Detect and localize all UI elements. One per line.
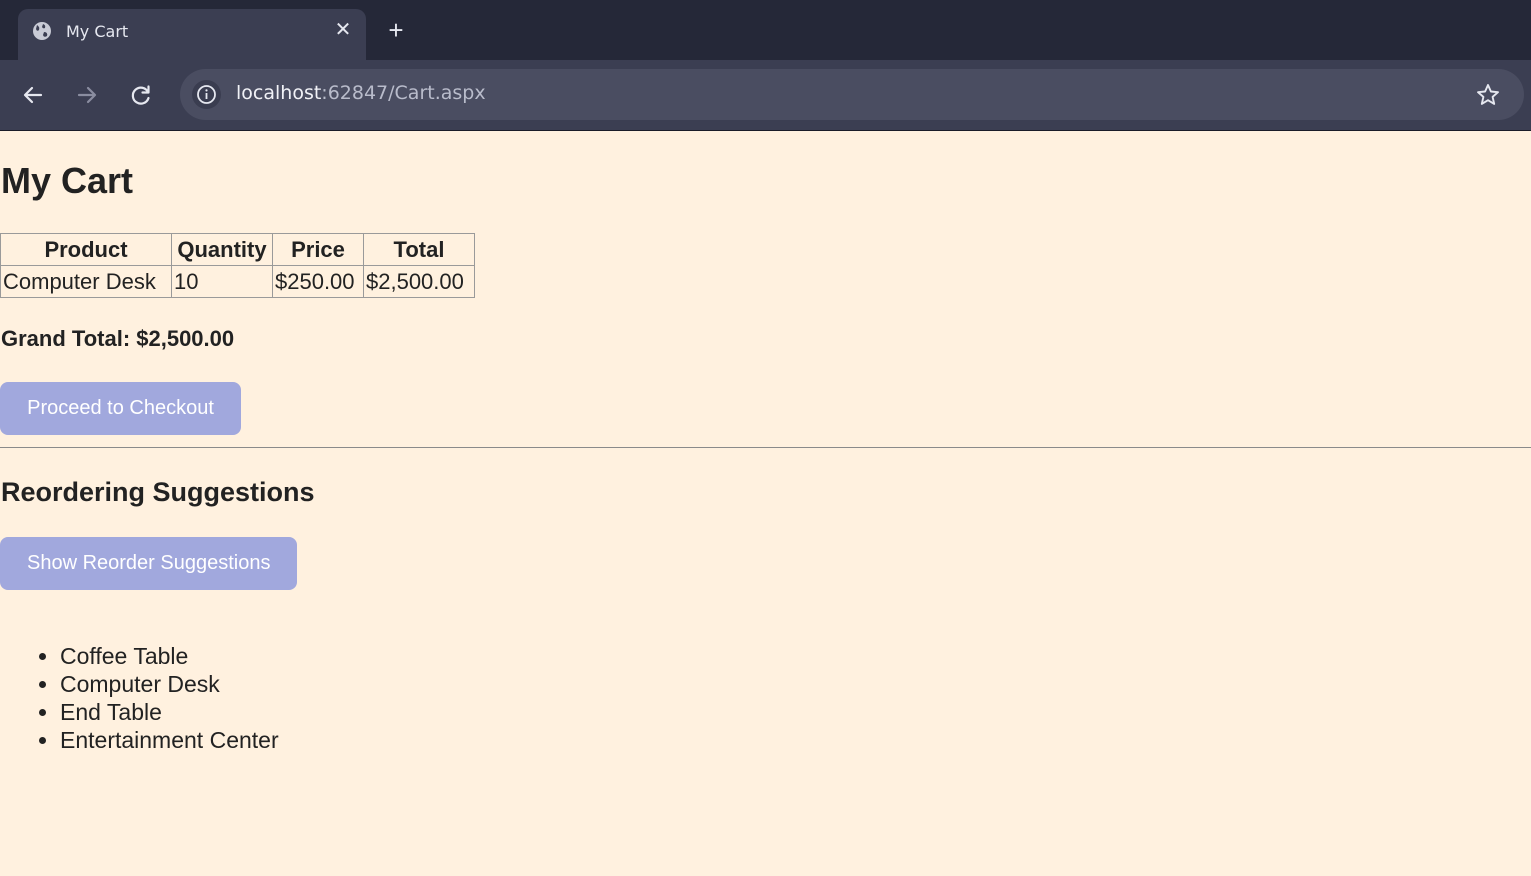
cell-product: Computer Desk (0, 265, 172, 298)
header-quantity: Quantity (171, 233, 273, 266)
address-bar[interactable]: localhost:62847/Cart.aspx (180, 69, 1524, 120)
proceed-to-checkout-button[interactable]: Proceed to Checkout (0, 382, 241, 435)
globe-icon (32, 21, 52, 41)
tab-strip: My Cart ✕ + (0, 0, 1531, 60)
list-item: Computer Desk (60, 670, 279, 698)
page-title: My Cart (1, 160, 134, 201)
table-row: Computer Desk 10 $250.00 $2,500.00 (0, 265, 475, 298)
close-icon[interactable]: ✕ (332, 19, 354, 41)
forward-arrow-icon[interactable] (72, 80, 102, 110)
grand-total: Grand Total: $2,500.00 (1, 326, 235, 351)
section-title: Reordering Suggestions (1, 477, 315, 507)
plus-icon[interactable]: + (383, 17, 409, 43)
table-header-row: Product Quantity Price Total (0, 233, 475, 266)
list-item: End Table (60, 698, 279, 726)
header-product: Product (0, 233, 172, 266)
url-path: :62847/Cart.aspx (321, 82, 486, 104)
suggestions-list: Coffee Table Computer Desk End Table Ent… (0, 642, 279, 754)
header-price: Price (272, 233, 364, 266)
tab-my-cart[interactable]: My Cart ✕ (18, 9, 366, 60)
show-reorder-suggestions-button[interactable]: Show Reorder Suggestions (0, 537, 297, 590)
info-icon[interactable] (192, 80, 221, 109)
browser-chrome: My Cart ✕ + localhost:62847/Cart.aspx (0, 0, 1531, 131)
list-item: Coffee Table (60, 642, 279, 670)
browser-toolbar: localhost:62847/Cart.aspx (0, 60, 1531, 130)
divider (0, 447, 1531, 448)
cell-total: $2,500.00 (363, 265, 475, 298)
cart-table: Product Quantity Price Total Computer De… (0, 233, 475, 298)
header-total: Total (363, 233, 475, 266)
back-arrow-icon[interactable] (18, 80, 48, 110)
list-item: Entertainment Center (60, 726, 279, 754)
tab-title: My Cart (66, 22, 129, 41)
reload-icon[interactable] (126, 80, 156, 110)
url-host: localhost (236, 82, 322, 104)
star-icon[interactable] (1474, 81, 1502, 109)
cell-quantity: 10 (171, 265, 273, 298)
url-text[interactable]: localhost:62847/Cart.aspx (236, 82, 486, 104)
cell-price: $250.00 (272, 265, 364, 298)
page-content: My Cart Product Quantity Price Total Com… (0, 132, 1531, 876)
